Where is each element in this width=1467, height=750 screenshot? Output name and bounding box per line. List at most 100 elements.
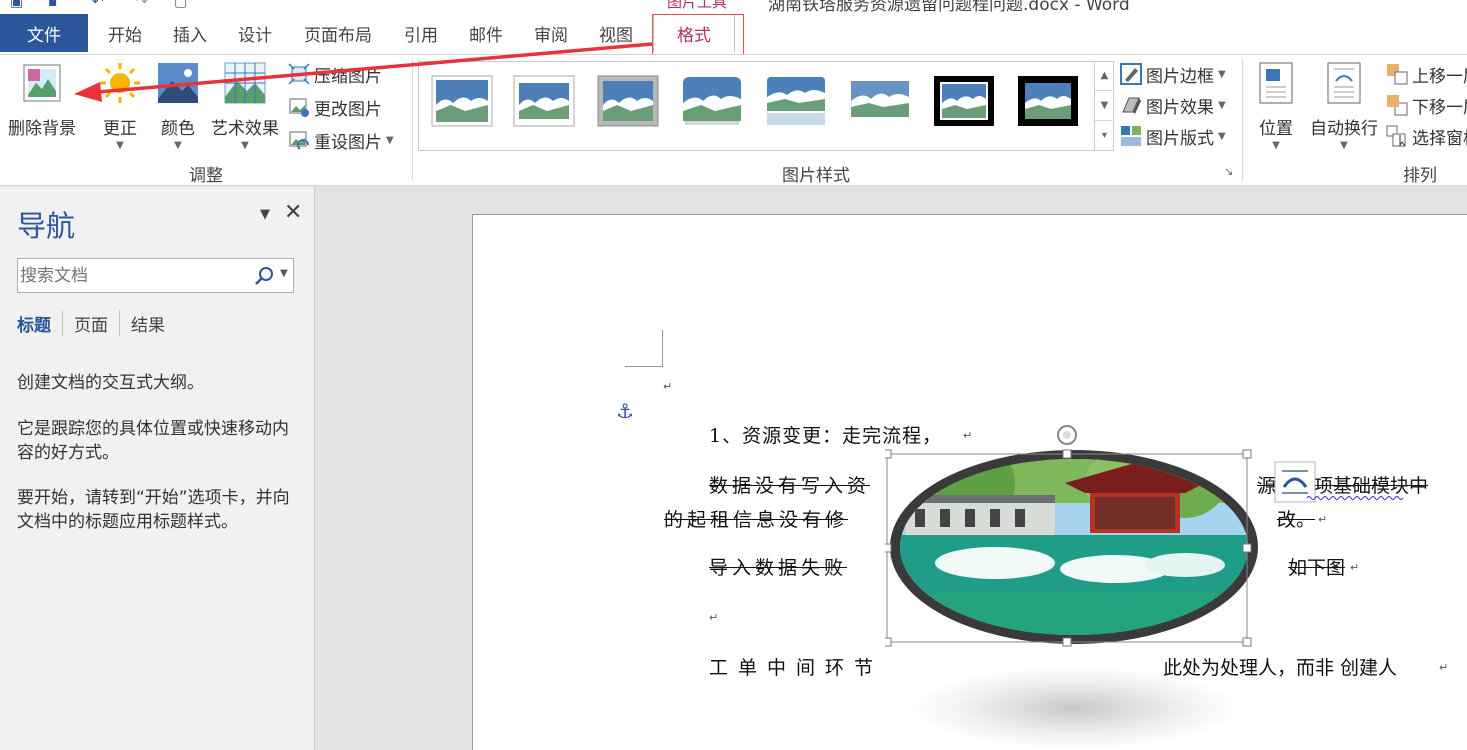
sun-icon [100,63,140,103]
resize-handle[interactable] [1242,543,1252,553]
resize-handle[interactable] [1242,637,1252,647]
resize-handle[interactable] [885,637,892,647]
doc-line[interactable]: 工单中间环节 [709,653,883,680]
selected-picture[interactable] [885,423,1263,750]
position-label: 位置 [1259,119,1293,139]
tab-home[interactable]: 开始 [100,14,150,52]
tab-design[interactable]: 设计 [230,14,280,52]
wrap-text-icon [1327,62,1361,104]
tab-pages[interactable]: 页面 [62,311,119,336]
title-bar: ▣ ▪ ↶ ↷ ▢ 图片工具 湖南铁塔服务资源遗留问题程问题.docx - Wo… [0,0,1467,14]
nav-search-box: ▼ [17,258,294,293]
nav-tabs: 标题 页面 结果 [17,311,176,336]
close-icon[interactable]: ✕ [284,200,302,225]
resize-handle[interactable] [885,449,892,459]
style-thumbnail-4[interactable] [681,75,743,127]
corrections-label: 更正 [103,119,137,139]
resize-handle[interactable] [885,543,892,553]
picture-layout-button[interactable]: 图片版式 ▼ [1120,123,1226,149]
style-thumbnail-8[interactable] [1017,75,1079,127]
redo-icon[interactable]: ↷ [136,0,148,10]
remove-background-label: 删除背景 [8,119,76,139]
undo-icon[interactable]: ↶ [92,0,104,10]
wrap-text-button[interactable]: 自动换行 ▼ [1306,61,1382,151]
search-icon[interactable] [254,265,276,287]
style-thumbnail-1[interactable] [431,75,493,127]
dialog-launcher-icon[interactable]: ↘ [1224,165,1233,178]
search-input[interactable] [20,261,250,290]
compress-pictures-button[interactable]: 压缩图片 [288,61,382,87]
compress-pictures-label: 压缩图片 [314,66,382,87]
picture-effects-button[interactable]: 图片效果 ▼ [1120,92,1226,118]
resize-handle[interactable] [1242,449,1252,459]
tab-review[interactable]: 审阅 [526,14,576,52]
save-icon[interactable]: ▪ [48,0,58,10]
artistic-effects-label: 艺术效果 [211,119,279,139]
gallery-scroll: ▲ ▼ ▾ [1094,61,1114,151]
tab-headings[interactable]: 标题 [17,311,62,336]
reset-picture-button[interactable]: 重设图片 ▼ [288,127,394,153]
chevron-down-icon[interactable]: ▼ [280,268,288,279]
chevron-down-icon[interactable]: ▼ [386,136,394,146]
bring-forward-button[interactable]: 上移一层 [1386,61,1467,87]
corrections-button[interactable]: 更正 ▼ [96,61,144,151]
tab-mailings[interactable]: 邮件 [461,14,511,52]
chevron-down-icon: ▼ [1340,140,1348,151]
gallery-scroll-down-icon[interactable]: ▼ [1095,91,1114,121]
tab-format[interactable]: 格式 [652,14,744,58]
tab-results[interactable]: 结果 [119,311,176,336]
tab-page-layout[interactable]: 页面布局 [296,14,380,52]
remove-background-button[interactable]: 删除背景 [4,61,80,139]
tab-insert[interactable]: 插入 [165,14,215,52]
effects-icon [1122,97,1141,114]
selection-pane-button[interactable]: 选择窗格 [1386,123,1467,149]
compress-icon [288,63,310,85]
resize-handle[interactable] [1062,637,1072,647]
rotate-handle-icon[interactable] [1057,425,1077,445]
selection-pane-label: 选择窗格 [1412,128,1467,149]
tab-references[interactable]: 引用 [396,14,446,52]
style-thumbnail-7[interactable] [933,75,995,127]
print-preview-icon[interactable]: ▢ [174,0,187,10]
paragraph-mark: ↵ [1439,661,1449,674]
pane-options-icon[interactable]: ▼ [260,207,270,222]
document-page[interactable]: ↵ ⚓ 1、资源变更：走完流程， ↵ 数据没有写入资 源变更项基础模块中 的起租… [472,214,1467,750]
picture-content [900,459,1248,635]
doc-line[interactable]: 的起租信息没有修 [664,505,848,532]
word-icon[interactable]: ▣ [10,0,23,10]
picture-layout-label: 图片版式 [1146,128,1214,149]
change-picture-button[interactable]: 更改图片 [288,94,382,120]
style-thumbnail-2[interactable] [513,75,575,127]
tab-view[interactable]: 视图 [591,14,641,52]
style-thumbnail-3[interactable] [597,75,659,127]
send-backward-button[interactable]: 下移一层 [1386,92,1467,118]
doc-line[interactable]: 导入数据失败 [709,553,847,580]
nav-info-text: 要开始，请转到“开始”选项卡，并向文档中的标题应用标题样式。 [17,488,290,532]
pencil-icon [1120,63,1142,85]
nav-info-text: 创建文档的交互式大纲。 [17,373,204,393]
paragraph-mark: ↵ [1350,561,1360,574]
layout-icon [1121,126,1141,146]
ribbon-tabs: 文件 开始 插入 设计 页面布局 引用 邮件 审阅 视图 格式 [0,14,1467,58]
change-picture-icon [289,98,309,117]
bring-forward-icon [1387,64,1408,85]
style-thumbnail-5[interactable] [765,75,827,127]
tab-file[interactable]: 文件 [0,14,88,52]
selection-pane-icon [1386,125,1406,147]
ribbon: 删除背景 更正 ▼ 颜色 ▼ 艺术效果 ▼ 压缩图片 更改图片 重设图片 ▼ 调… [0,54,1467,186]
style-thumbnail-6[interactable] [849,75,911,127]
margin-corner-mark [625,330,663,367]
paragraph-mark: ↵ [709,611,719,624]
gallery-scroll-up-icon[interactable]: ▲ [1095,61,1114,91]
doc-line[interactable]: 如下图 [1288,553,1345,580]
chevron-down-icon: ▼ [1272,140,1280,151]
color-button[interactable]: 颜色 ▼ [154,61,202,151]
doc-line[interactable]: 数据没有写入资 [709,471,870,498]
position-button[interactable]: 位置 ▼ [1252,61,1300,151]
doc-line[interactable]: 改。 [1277,505,1315,532]
resize-handle[interactable] [1062,449,1072,459]
gallery-expand-icon[interactable]: ▾ [1095,121,1114,151]
picture-border-button[interactable]: 图片边框 ▼ [1120,61,1226,87]
nav-title: 导航 [17,209,76,243]
artistic-effects-button[interactable]: 艺术效果 ▼ [208,61,282,151]
